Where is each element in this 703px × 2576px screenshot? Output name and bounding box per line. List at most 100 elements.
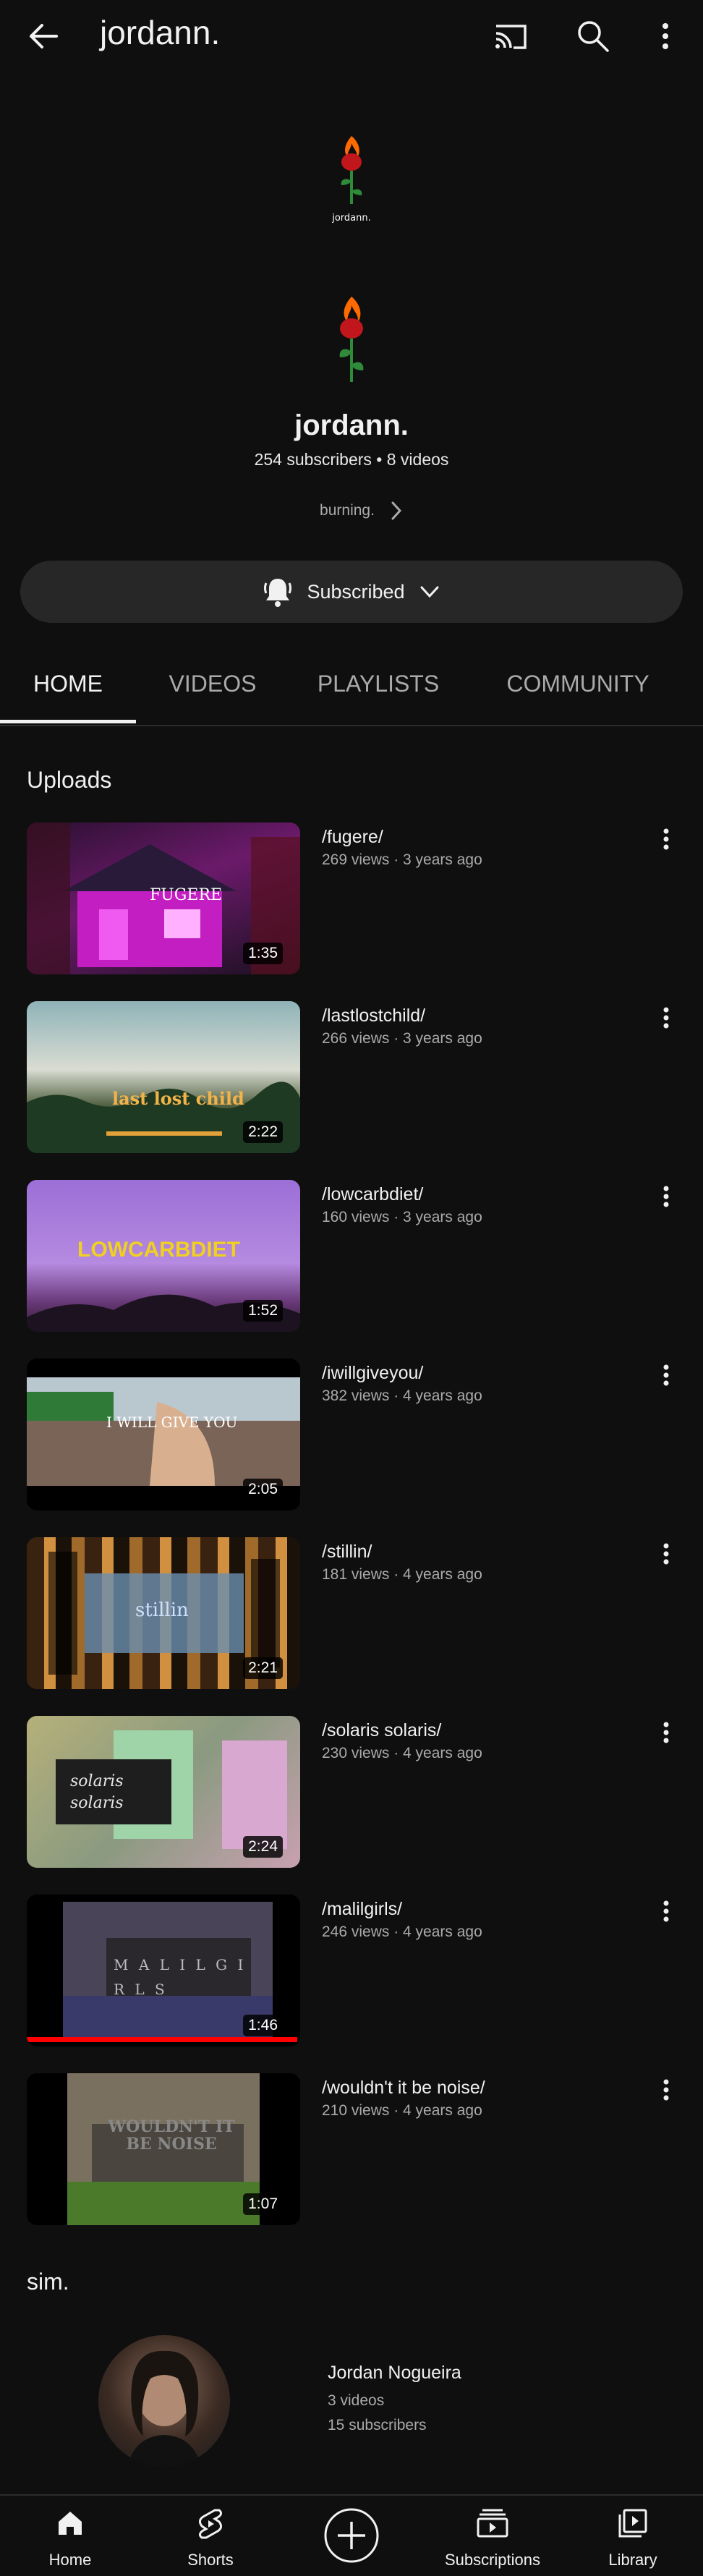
top-app-bar: jordann. — [0, 0, 703, 72]
subscribed-button[interactable]: Subscribed — [20, 561, 683, 623]
duration-badge: 2:24 — [243, 1836, 283, 1858]
video-meta: 181 views · 4 years ago — [322, 1566, 482, 1583]
thumbnail-text: I WILL GIVE YOU — [106, 1414, 238, 1431]
duration-badge: 2:21 — [243, 1657, 283, 1679]
video-item[interactable]: LOWCARBDIET 1:52 /lowcarbdiet/ 160 views… — [27, 1180, 676, 1332]
bottom-navigation: Home Shorts Subscriptions Library — [0, 2494, 703, 2576]
more-options-icon[interactable] — [656, 1180, 676, 1213]
video-item[interactable]: I WILL GIVE YOU 2:05 /iwillgiveyou/ 382 … — [27, 1359, 676, 1510]
nav-create[interactable] — [281, 2496, 422, 2576]
duration-badge: 1:46 — [243, 2015, 283, 2036]
banner-caption: jordann. — [332, 213, 371, 224]
video-thumbnail[interactable]: M A L I L G I R L S 1:46 — [27, 1895, 300, 2046]
video-thumbnail[interactable]: last lost child 2:22 — [27, 1001, 300, 1153]
nav-library[interactable]: Library — [563, 2496, 703, 2576]
shorts-icon — [198, 2509, 223, 2539]
nav-shorts-label: Shorts — [187, 2551, 234, 2569]
chevron-down-icon — [420, 586, 439, 598]
tab-home[interactable]: HOME — [0, 651, 136, 723]
video-meta: 266 views · 3 years ago — [322, 1030, 482, 1047]
uploads-section-title: Uploads — [27, 767, 112, 793]
video-item[interactable]: solaris solaris 2:24 /solaris solaris/ 2… — [27, 1716, 676, 1868]
video-meta: 246 views · 4 years ago — [322, 1924, 482, 1940]
nav-home-label: Home — [48, 2551, 92, 2569]
video-thumbnail[interactable]: stillin 2:21 — [27, 1537, 300, 1689]
video-thumbnail[interactable]: FUGERE 1:35 — [27, 822, 300, 974]
nav-home[interactable]: Home — [0, 2496, 140, 2576]
more-options-icon[interactable] — [656, 1359, 676, 1392]
video-thumbnail[interactable]: WOULDN'T IT BE NOISE 1:07 — [27, 2073, 300, 2225]
nav-shorts[interactable]: Shorts — [140, 2496, 281, 2576]
channel-description[interactable]: burning. — [275, 495, 448, 527]
channel-tabs: HOME VIDEOS PLAYLISTS COMMUNITY — [0, 651, 703, 726]
watch-progress-bar — [27, 2037, 298, 2042]
cast-icon[interactable] — [490, 16, 531, 56]
channel-name: jordann. — [294, 409, 409, 441]
duration-badge: 2:22 — [243, 1121, 283, 1143]
nav-subscriptions[interactable]: Subscriptions — [422, 2496, 563, 2576]
video-item[interactable]: stillin 2:21 /stillin/ 181 views · 4 yea… — [27, 1537, 676, 1689]
channel-avatar — [315, 289, 388, 391]
thumbnail-text: solaris solaris — [70, 1772, 124, 1812]
more-options-icon[interactable] — [656, 1716, 676, 1749]
video-meta: 382 views · 4 years ago — [322, 1387, 482, 1404]
more-options-icon[interactable] — [656, 1001, 676, 1034]
duration-badge: 2:05 — [243, 1479, 283, 1500]
subscriptions-icon — [477, 2509, 508, 2538]
video-title: /wouldn't it be noise/ — [322, 2078, 485, 2098]
featured-channel-name[interactable]: Jordan Nogueira — [328, 2363, 461, 2384]
featured-channel-videos: 3 videos — [328, 2392, 385, 2409]
featured-section-title: sim. — [27, 2269, 69, 2295]
video-title: /malilgirls/ — [322, 1899, 403, 1919]
back-arrow-icon[interactable] — [23, 16, 64, 56]
video-thumbnail[interactable]: LOWCARBDIET 1:52 — [27, 1180, 300, 1332]
video-item[interactable]: last lost child 2:22 /lastlostchild/ 266… — [27, 1001, 676, 1153]
video-title: /iwillgiveyou/ — [322, 1363, 424, 1383]
rose-fire-icon — [341, 136, 362, 204]
thumbnail-text: stillin — [135, 1599, 189, 1621]
rose-fire-icon — [339, 297, 364, 382]
featured-channel-avatar[interactable] — [98, 2335, 230, 2467]
person-portrait-art — [127, 2350, 201, 2467]
thumbnail-text: LOWCARBDIET — [77, 1238, 240, 1262]
home-icon — [59, 2512, 82, 2535]
video-item[interactable]: FUGERE 1:35 /fugere/ 269 views · 3 years… — [27, 822, 676, 974]
more-options-icon[interactable] — [656, 2073, 676, 2107]
library-icon — [618, 2509, 647, 2538]
video-title: /lastlostchild/ — [322, 1006, 426, 1026]
tab-videos[interactable]: VIDEOS — [148, 651, 278, 723]
video-title: /lowcarbdiet/ — [322, 1184, 424, 1204]
featured-channel-subscribers: 15 subscribers — [328, 2417, 427, 2433]
active-tab-indicator — [0, 720, 136, 723]
chevron-right-icon — [391, 501, 401, 520]
thumbnail-text: last lost child — [112, 1088, 244, 1109]
more-options-icon[interactable] — [656, 822, 676, 856]
video-thumbnail[interactable]: I WILL GIVE YOU 2:05 — [27, 1359, 300, 1510]
video-item[interactable]: M A L I L G I R L S 1:46 /malilgirls/ 24… — [27, 1895, 676, 2046]
video-meta: 230 views · 4 years ago — [322, 1745, 482, 1761]
video-thumbnail[interactable]: solaris solaris 2:24 — [27, 1716, 300, 1868]
channel-header-title: jordann. — [100, 14, 221, 51]
more-options-icon[interactable] — [656, 1537, 676, 1570]
video-title: /fugere/ — [322, 827, 383, 847]
duration-badge: 1:07 — [243, 2193, 283, 2215]
duration-badge: 1:35 — [243, 943, 283, 964]
thumbnail-text: WOULDN'T IT BE NOISE — [108, 2117, 235, 2154]
tab-playlists[interactable]: PLAYLISTS — [302, 651, 454, 723]
tab-community[interactable]: COMMUNITY — [487, 651, 668, 723]
video-meta: 269 views · 3 years ago — [322, 851, 482, 868]
video-title: /stillin/ — [322, 1542, 372, 1562]
channel-stats: 254 subscribers • 8 videos — [254, 450, 449, 469]
subscribed-label: Subscribed — [307, 580, 405, 603]
search-icon[interactable] — [573, 16, 613, 56]
bell-notification-icon — [264, 579, 292, 607]
video-item[interactable]: WOULDN'T IT BE NOISE 1:07 /wouldn't it b… — [27, 2073, 676, 2225]
more-options-icon[interactable] — [651, 16, 680, 56]
thumbnail-text: M A L I L G I R L S — [114, 1956, 247, 1998]
thumbnail-text: FUGERE — [150, 886, 223, 904]
create-plus-icon — [324, 2508, 379, 2563]
video-meta: 210 views · 4 years ago — [322, 2102, 482, 2119]
more-options-icon[interactable] — [656, 1895, 676, 1928]
channel-description-text: burning. — [320, 502, 375, 519]
video-meta: 160 views · 3 years ago — [322, 1209, 482, 1225]
